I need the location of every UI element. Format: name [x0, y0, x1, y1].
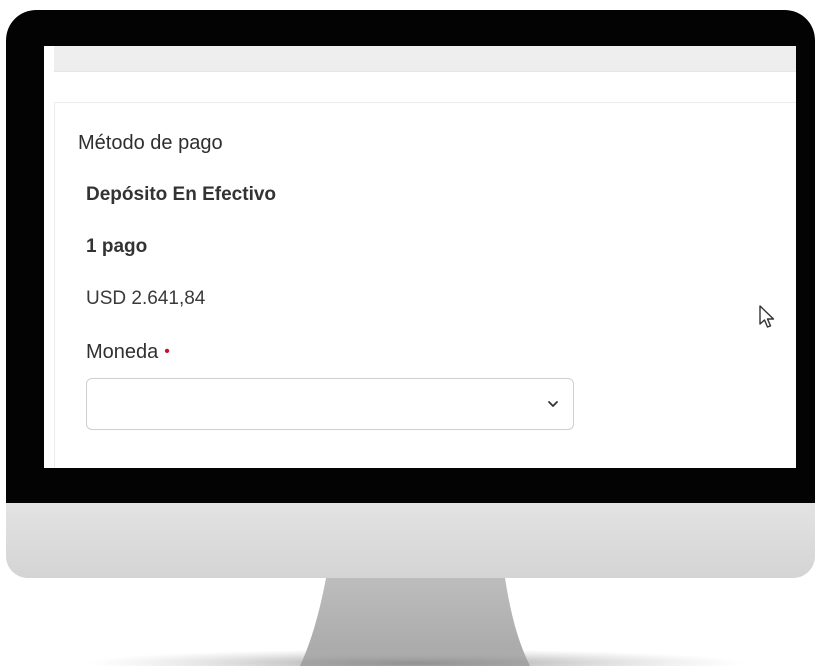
monitor-bezel: Método de pago Depósito En Efectivo 1 pa… [6, 10, 815, 503]
chevron-down-icon [548, 401, 558, 407]
amount-label: USD 2.641,84 [86, 288, 206, 309]
mouse-cursor-icon [759, 305, 775, 328]
currency-select[interactable] [86, 378, 574, 430]
monitor-chin [6, 503, 815, 578]
currency-label-text: Moneda [86, 341, 159, 363]
installments-label: 1 pago [86, 236, 148, 257]
currency-field-label: Moneda • [86, 341, 170, 364]
required-marker: • [164, 343, 170, 360]
top-bar [54, 46, 796, 72]
screen: Método de pago Depósito En Efectivo 1 pa… [44, 46, 796, 468]
monitor-frame: Método de pago Depósito En Efectivo 1 pa… [6, 10, 815, 578]
payment-method-value: Depósito En Efectivo [86, 184, 277, 205]
payment-method-heading: Método de pago [78, 132, 223, 154]
monitor-mockup: Método de pago Depósito En Efectivo 1 pa… [0, 0, 815, 666]
